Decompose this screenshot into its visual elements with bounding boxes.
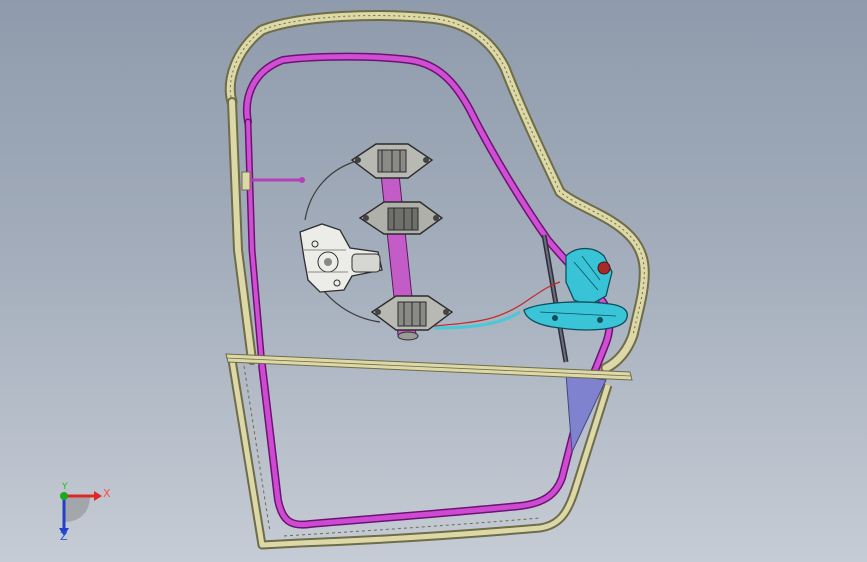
axis-y-label: Y [62,482,68,492]
triad-shadow [64,496,90,522]
upper-mounting-plate[interactable] [350,143,434,179]
axis-z-label: Z [60,530,68,543]
triad-y-axis [60,492,68,500]
door-assembly-model[interactable] [0,0,867,562]
axis-x-label: X [103,487,111,500]
model-viewport[interactable]: X Y Z [0,0,867,562]
lower-mounting-plate[interactable] [370,295,454,341]
door-latch-assembly[interactable] [565,247,613,307]
triad-x-arrow [94,491,102,501]
middle-mounting-plate[interactable] [358,201,444,235]
window-motor[interactable] [299,223,383,293]
outside-door-handle[interactable] [523,301,628,331]
belt-line-beam[interactable] [225,353,633,381]
